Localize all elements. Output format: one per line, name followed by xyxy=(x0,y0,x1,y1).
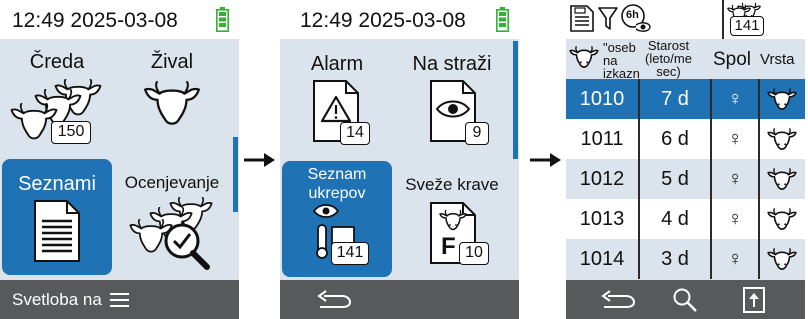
filter-icon[interactable] xyxy=(598,6,618,32)
cow-head-icon xyxy=(569,45,599,68)
cow-type-icon xyxy=(767,87,797,110)
column-divider xyxy=(758,79,760,279)
row-sex: ♀ xyxy=(727,168,743,190)
scrollbar[interactable] xyxy=(513,41,518,159)
tile-fresh-cows-label: Sveže krave xyxy=(405,175,499,194)
fresh-cow-letter: F xyxy=(441,233,456,260)
row-id: 1012 xyxy=(579,168,625,190)
herd-count-badge: 150 xyxy=(51,121,91,144)
column-divider xyxy=(638,79,640,279)
row-id: 1014 xyxy=(579,248,625,270)
tile-lists[interactable]: Seznami xyxy=(2,159,112,275)
scrollbar[interactable] xyxy=(233,137,238,212)
menu-icon[interactable] xyxy=(110,292,129,308)
row-id: 1011 xyxy=(580,128,624,150)
status-bar: 12:49 2025-03-08 xyxy=(0,0,239,39)
toolbar-divider xyxy=(722,0,724,39)
cow-type-icon xyxy=(767,127,797,150)
tile-scoring-label: Ocenjevanje xyxy=(124,173,220,192)
alarm-count-badge: 14 xyxy=(340,122,370,145)
action-count-badge: 141 xyxy=(331,242,369,265)
bottom-bar xyxy=(566,280,805,319)
column-type-header[interactable]: Vrsta xyxy=(760,51,794,68)
row-age: 7 d xyxy=(661,88,689,110)
tile-watch[interactable]: Na straži 9 xyxy=(397,41,507,157)
tile-scoring[interactable]: Ocenjevanje xyxy=(117,159,227,275)
tile-lists-label: Seznami xyxy=(18,173,96,195)
row-age: 4 d xyxy=(661,208,689,230)
row-age: 3 d xyxy=(661,248,689,270)
table-row[interactable]: 1014 3 d ♀ xyxy=(566,239,805,279)
arrow-right-icon xyxy=(530,153,561,167)
tile-herd-label: Čreda xyxy=(29,51,85,73)
row-age: 6 d xyxy=(661,128,689,150)
list-settings-icon[interactable] xyxy=(569,3,595,33)
tile-action-list[interactable]: Seznam ukrepov 141 xyxy=(282,161,392,277)
time-filter-label: 6h xyxy=(626,9,639,21)
cow-type-icon xyxy=(767,207,797,230)
tile-alarm-label: Alarm xyxy=(310,53,364,75)
tile-alarm[interactable]: Alarm 14 xyxy=(282,41,392,157)
bottom-bar xyxy=(280,280,519,319)
column-id-header[interactable]: "oseb na izkazn xyxy=(603,41,640,80)
battery-icon xyxy=(496,7,509,32)
row-sex: ♀ xyxy=(727,208,743,230)
cow-type-icon xyxy=(767,247,797,270)
table-row[interactable]: 1012 5 d ♀ xyxy=(566,159,805,199)
screen-main-menu: 12:49 2025-03-08 Čreda 150 Žival Seznami… xyxy=(0,0,239,319)
table-row[interactable]: 1013 4 d ♀ xyxy=(566,199,805,239)
tile-animal-label: Žival xyxy=(150,51,194,73)
tile-action-list-label: Seznam ukrepov xyxy=(307,166,367,202)
column-divider xyxy=(710,79,712,279)
cow-type-icon xyxy=(767,167,797,190)
search-icon[interactable] xyxy=(672,287,698,313)
tile-fresh-cows[interactable]: Sveže krave F 10 xyxy=(397,161,507,277)
row-id: 1013 xyxy=(579,208,625,230)
bottom-bar: Svetloba na xyxy=(0,280,239,319)
herd-count-badge: 141 xyxy=(730,16,764,36)
row-id: 1010 xyxy=(579,88,625,110)
export-icon[interactable] xyxy=(742,286,766,314)
row-sex: ♀ xyxy=(727,128,743,150)
screen-lists: 12:49 2025-03-08 Alarm 14 Na straži 9 Se… xyxy=(280,0,519,319)
table-toolbar: 6h 141 xyxy=(566,0,805,39)
column-age-header[interactable]: Starost (leto/me sec) xyxy=(645,39,692,78)
table-header: "oseb na izkazn Starost (leto/me sec) Sp… xyxy=(566,39,805,80)
column-sex-header[interactable]: Spol xyxy=(713,49,751,71)
back-icon[interactable] xyxy=(600,290,636,310)
screen-action-list-table: 6h 141 "oseb na izkazn Starost (leto/me … xyxy=(566,0,805,319)
fresh-cows-count-badge: 10 xyxy=(459,242,489,265)
row-sex: ♀ xyxy=(727,88,743,110)
arrow-right-icon xyxy=(244,153,275,167)
scrollbar[interactable] xyxy=(800,79,805,88)
tile-watch-label: Na straži xyxy=(412,53,492,75)
light-toggle-label[interactable]: Svetloba na xyxy=(12,290,102,310)
table-row[interactable]: 1010 7 d ♀ xyxy=(566,79,805,119)
cow-head-icon xyxy=(143,81,201,125)
table-row[interactable]: 1011 6 d ♀ xyxy=(566,119,805,159)
clock: 12:49 2025-03-08 xyxy=(12,9,178,32)
clock: 12:49 2025-03-08 xyxy=(300,9,466,32)
scoring-icon xyxy=(129,197,213,270)
tile-herd[interactable]: Čreda 150 xyxy=(2,41,112,157)
list-document-icon xyxy=(34,200,80,262)
tile-animal[interactable]: Žival xyxy=(117,41,227,157)
row-sex: ♀ xyxy=(727,248,743,270)
row-age: 5 d xyxy=(661,168,689,190)
back-icon[interactable] xyxy=(316,290,352,310)
watch-count-badge: 9 xyxy=(465,122,489,145)
battery-icon xyxy=(216,7,229,32)
status-bar: 12:49 2025-03-08 xyxy=(280,0,519,39)
